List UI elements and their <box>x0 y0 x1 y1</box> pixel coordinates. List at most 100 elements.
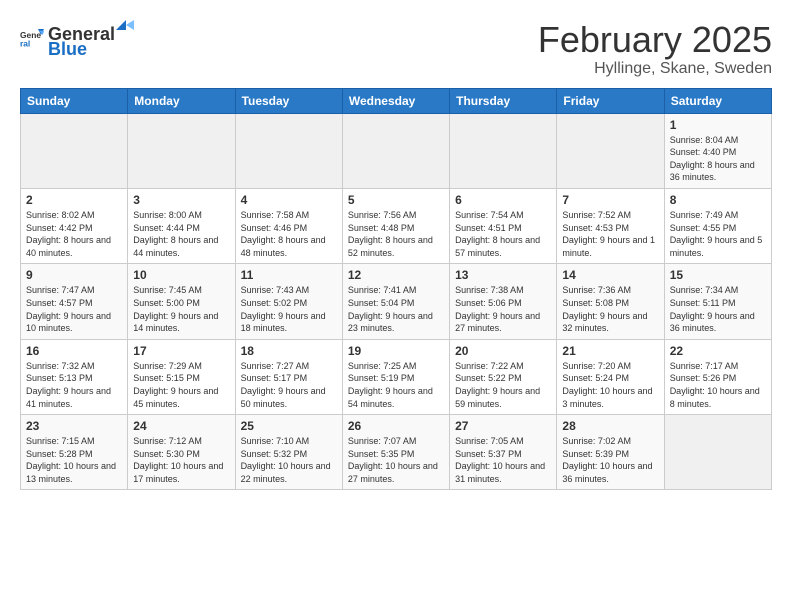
calendar-week-row: 16 Sunrise: 7:32 AM Sunset: 5:13 PM Dayli… <box>21 339 772 414</box>
calendar-cell: 20 Sunrise: 7:22 AM Sunset: 5:22 PM Dayli… <box>450 339 557 414</box>
day-info: Sunrise: 8:00 AM Sunset: 4:44 PM Dayligh… <box>133 209 229 259</box>
day-info: Sunrise: 7:54 AM Sunset: 4:51 PM Dayligh… <box>455 209 551 259</box>
day-number: 16 <box>26 344 122 358</box>
day-info: Sunrise: 7:27 AM Sunset: 5:17 PM Dayligh… <box>241 360 337 410</box>
day-number: 20 <box>455 344 551 358</box>
day-number: 1 <box>670 118 766 132</box>
calendar-cell <box>557 113 664 188</box>
calendar-cell: 19 Sunrise: 7:25 AM Sunset: 5:19 PM Dayli… <box>342 339 449 414</box>
weekday-header-monday: Monday <box>128 88 235 113</box>
day-info: Sunrise: 7:49 AM Sunset: 4:55 PM Dayligh… <box>670 209 766 259</box>
day-number: 27 <box>455 419 551 433</box>
day-number: 24 <box>133 419 229 433</box>
calendar-cell: 4 Sunrise: 7:58 AM Sunset: 4:46 PM Daylig… <box>235 188 342 263</box>
day-number: 28 <box>562 419 658 433</box>
calendar-cell: 21 Sunrise: 7:20 AM Sunset: 5:24 PM Dayli… <box>557 339 664 414</box>
day-info: Sunrise: 7:02 AM Sunset: 5:39 PM Dayligh… <box>562 435 658 485</box>
day-number: 25 <box>241 419 337 433</box>
day-number: 6 <box>455 193 551 207</box>
calendar-cell: 22 Sunrise: 7:17 AM Sunset: 5:26 PM Dayli… <box>664 339 771 414</box>
day-number: 10 <box>133 268 229 282</box>
calendar-cell: 27Sunrise: 7:05 AM Sunset: 5:37 PM Dayli… <box>450 415 557 490</box>
weekday-header-thursday: Thursday <box>450 88 557 113</box>
day-info: Sunrise: 7:58 AM Sunset: 4:46 PM Dayligh… <box>241 209 337 259</box>
calendar: SundayMondayTuesdayWednesdayThursdayFrid… <box>20 88 772 491</box>
day-info: Sunrise: 7:15 AM Sunset: 5:28 PM Dayligh… <box>26 435 122 485</box>
day-number: 19 <box>348 344 444 358</box>
day-number: 26 <box>348 419 444 433</box>
calendar-cell: 24 Sunrise: 7:12 AM Sunset: 5:30 PM Dayli… <box>128 415 235 490</box>
day-info: Sunrise: 7:34 AM Sunset: 5:11 PM Dayligh… <box>670 284 766 334</box>
calendar-cell: 3 Sunrise: 8:00 AM Sunset: 4:44 PM Daylig… <box>128 188 235 263</box>
calendar-cell <box>128 113 235 188</box>
calendar-cell <box>664 415 771 490</box>
calendar-week-row: 1 Sunrise: 8:04 AM Sunset: 4:40 PM Daylig… <box>21 113 772 188</box>
calendar-cell: 5Sunrise: 7:56 AM Sunset: 4:48 PM Daylig… <box>342 188 449 263</box>
day-info: Sunrise: 7:47 AM Sunset: 4:57 PM Dayligh… <box>26 284 122 334</box>
logo: Gene ral General Blue <box>20 20 137 60</box>
calendar-cell: 28 Sunrise: 7:02 AM Sunset: 5:39 PM Dayli… <box>557 415 664 490</box>
calendar-header-row: SundayMondayTuesdayWednesdayThursdayFrid… <box>21 88 772 113</box>
calendar-cell: 6 Sunrise: 7:54 AM Sunset: 4:51 PM Daylig… <box>450 188 557 263</box>
calendar-cell: 1 Sunrise: 8:04 AM Sunset: 4:40 PM Daylig… <box>664 113 771 188</box>
calendar-cell: 16 Sunrise: 7:32 AM Sunset: 5:13 PM Dayli… <box>21 339 128 414</box>
day-info: Sunrise: 7:36 AM Sunset: 5:08 PM Dayligh… <box>562 284 658 334</box>
logo-icon: Gene ral <box>20 26 44 50</box>
day-info: Sunrise: 7:17 AM Sunset: 5:26 PM Dayligh… <box>670 360 766 410</box>
calendar-cell: 11Sunrise: 7:43 AM Sunset: 5:02 PM Dayli… <box>235 264 342 339</box>
day-info: Sunrise: 7:43 AM Sunset: 5:02 PM Dayligh… <box>241 284 337 334</box>
day-number: 3 <box>133 193 229 207</box>
calendar-cell <box>235 113 342 188</box>
calendar-cell: 8 Sunrise: 7:49 AM Sunset: 4:55 PM Daylig… <box>664 188 771 263</box>
day-number: 8 <box>670 193 766 207</box>
title-area: February 2025 Hyllinge, Skane, Sweden <box>538 20 772 78</box>
day-info: Sunrise: 7:45 AM Sunset: 5:00 PM Dayligh… <box>133 284 229 334</box>
day-info: Sunrise: 7:10 AM Sunset: 5:32 PM Dayligh… <box>241 435 337 485</box>
day-info: Sunrise: 7:20 AM Sunset: 5:24 PM Dayligh… <box>562 360 658 410</box>
calendar-cell: 23Sunrise: 7:15 AM Sunset: 5:28 PM Dayli… <box>21 415 128 490</box>
day-info: Sunrise: 7:07 AM Sunset: 5:35 PM Dayligh… <box>348 435 444 485</box>
day-number: 2 <box>26 193 122 207</box>
day-info: Sunrise: 7:22 AM Sunset: 5:22 PM Dayligh… <box>455 360 551 410</box>
calendar-week-row: 9 Sunrise: 7:47 AM Sunset: 4:57 PM Daylig… <box>21 264 772 339</box>
day-number: 17 <box>133 344 229 358</box>
calendar-cell: 26 Sunrise: 7:07 AM Sunset: 5:35 PM Dayli… <box>342 415 449 490</box>
calendar-cell: 14Sunrise: 7:36 AM Sunset: 5:08 PM Dayli… <box>557 264 664 339</box>
weekday-header-saturday: Saturday <box>664 88 771 113</box>
calendar-cell: 7 Sunrise: 7:52 AM Sunset: 4:53 PM Daylig… <box>557 188 664 263</box>
day-number: 9 <box>26 268 122 282</box>
calendar-cell: 25 Sunrise: 7:10 AM Sunset: 5:32 PM Dayli… <box>235 415 342 490</box>
day-number: 12 <box>348 268 444 282</box>
location-title: Hyllinge, Skane, Sweden <box>538 60 772 78</box>
day-info: Sunrise: 7:12 AM Sunset: 5:30 PM Dayligh… <box>133 435 229 485</box>
day-number: 21 <box>562 344 658 358</box>
calendar-cell <box>21 113 128 188</box>
day-info: Sunrise: 7:32 AM Sunset: 5:13 PM Dayligh… <box>26 360 122 410</box>
day-info: Sunrise: 7:52 AM Sunset: 4:53 PM Dayligh… <box>562 209 658 259</box>
day-number: 4 <box>241 193 337 207</box>
day-number: 7 <box>562 193 658 207</box>
calendar-week-row: 23Sunrise: 7:15 AM Sunset: 5:28 PM Dayli… <box>21 415 772 490</box>
calendar-cell <box>450 113 557 188</box>
day-info: Sunrise: 7:25 AM Sunset: 5:19 PM Dayligh… <box>348 360 444 410</box>
calendar-cell: 17 Sunrise: 7:29 AM Sunset: 5:15 PM Dayli… <box>128 339 235 414</box>
day-info: Sunrise: 7:56 AM Sunset: 4:48 PM Dayligh… <box>348 209 444 259</box>
day-number: 13 <box>455 268 551 282</box>
calendar-cell <box>342 113 449 188</box>
day-number: 22 <box>670 344 766 358</box>
day-info: Sunrise: 8:02 AM Sunset: 4:42 PM Dayligh… <box>26 209 122 259</box>
day-info: Sunrise: 8:04 AM Sunset: 4:40 PM Dayligh… <box>670 134 766 184</box>
calendar-cell: 15Sunrise: 7:34 AM Sunset: 5:11 PM Dayli… <box>664 264 771 339</box>
calendar-cell: 2 Sunrise: 8:02 AM Sunset: 4:42 PM Daylig… <box>21 188 128 263</box>
weekday-header-tuesday: Tuesday <box>235 88 342 113</box>
calendar-cell: 10 Sunrise: 7:45 AM Sunset: 5:00 PM Dayli… <box>128 264 235 339</box>
calendar-week-row: 2 Sunrise: 8:02 AM Sunset: 4:42 PM Daylig… <box>21 188 772 263</box>
calendar-cell: 12 Sunrise: 7:41 AM Sunset: 5:04 PM Dayli… <box>342 264 449 339</box>
day-number: 18 <box>241 344 337 358</box>
weekday-header-wednesday: Wednesday <box>342 88 449 113</box>
day-info: Sunrise: 7:38 AM Sunset: 5:06 PM Dayligh… <box>455 284 551 334</box>
calendar-cell: 13 Sunrise: 7:38 AM Sunset: 5:06 PM Dayli… <box>450 264 557 339</box>
month-title: February 2025 <box>538 20 772 60</box>
day-info: Sunrise: 7:41 AM Sunset: 5:04 PM Dayligh… <box>348 284 444 334</box>
day-info: Sunrise: 7:29 AM Sunset: 5:15 PM Dayligh… <box>133 360 229 410</box>
